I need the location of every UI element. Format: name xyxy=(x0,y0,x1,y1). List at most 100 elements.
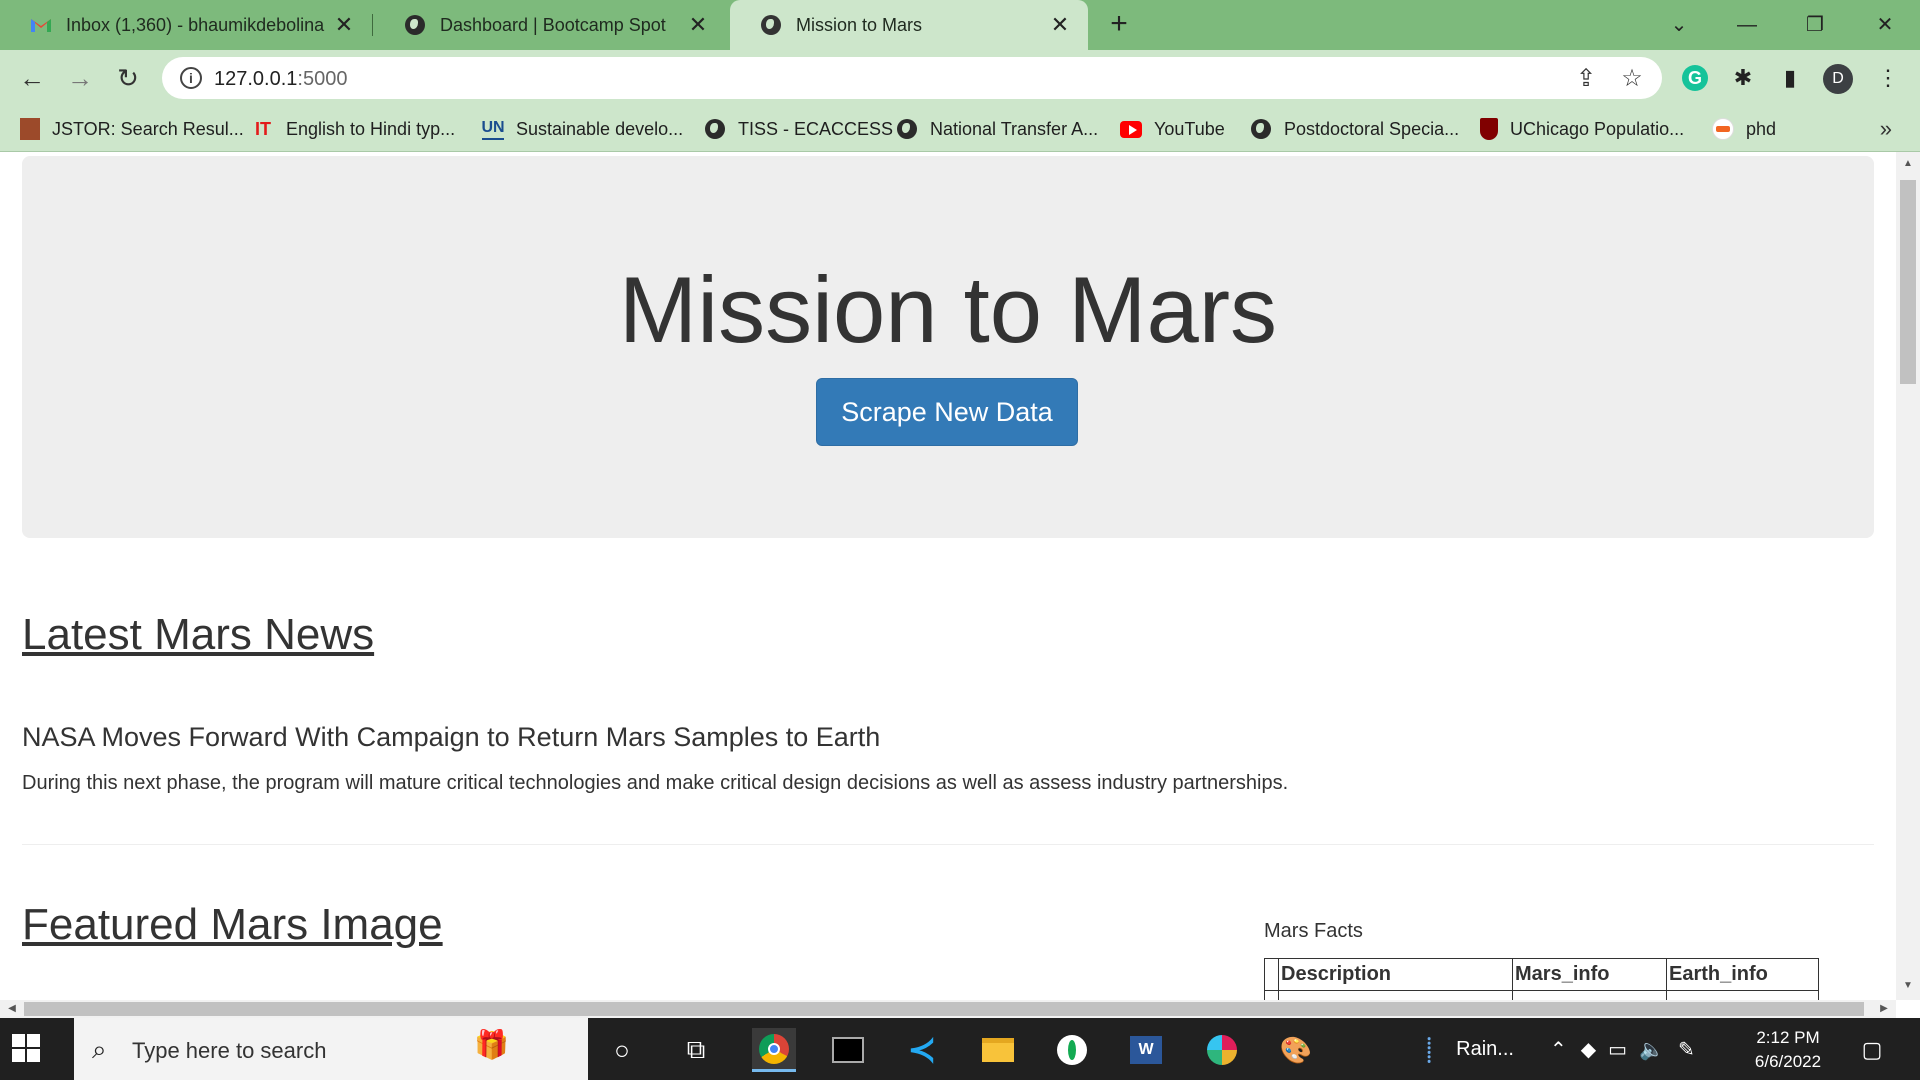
gmail-icon xyxy=(30,14,52,36)
un-icon: UN xyxy=(481,118,505,140)
close-tab-icon[interactable]: ✕ xyxy=(1048,13,1072,37)
search-icon: ⌕ xyxy=(92,1034,107,1064)
table-header-cell: Mars_info xyxy=(1512,958,1667,991)
show-hidden-icons-chevron-icon[interactable]: ⌃ xyxy=(1550,1037,1567,1062)
scroll-down-arrow-icon[interactable]: ▼ xyxy=(1900,978,1916,994)
scroll-up-arrow-icon[interactable]: ▲ xyxy=(1900,156,1916,172)
close-tab-icon[interactable]: ✕ xyxy=(686,13,710,37)
tab-bootcamp[interactable]: Dashboard | Bootcamp Spot ✕ xyxy=(374,0,726,50)
bookmark-star-icon[interactable]: ☆ xyxy=(1618,65,1646,93)
bookmark-sustainable-development[interactable]: UN Sustainable develo... xyxy=(481,115,683,143)
tab-search-chevron-icon[interactable]: ⌄ xyxy=(1664,10,1694,40)
minimize-icon[interactable]: — xyxy=(1732,10,1762,40)
forward-arrow-icon[interactable]: → xyxy=(64,62,96,94)
table-row xyxy=(1264,990,1819,1000)
bookmark-phd[interactable]: phd xyxy=(1712,115,1776,143)
youtube-icon xyxy=(1120,118,1142,140)
latest-news-heading: Latest Mars News xyxy=(22,610,375,659)
word-taskbar-icon[interactable]: W xyxy=(1124,1028,1168,1072)
notifications-icon[interactable]: ▢ xyxy=(1850,1028,1894,1072)
file-explorer-icon[interactable] xyxy=(976,1028,1020,1072)
search-placeholder: Type here to search xyxy=(132,1038,327,1063)
battery-icon[interactable]: ▭ xyxy=(1608,1037,1627,1062)
bookmark-youtube[interactable]: YouTube xyxy=(1120,115,1225,143)
volume-icon[interactable]: 🔈 xyxy=(1639,1037,1664,1062)
tab-strip: Inbox (1,360) - bhaumikdebolina ✕ Dashbo… xyxy=(0,0,1920,50)
more-menu-icon[interactable]: ⋮ xyxy=(1872,62,1904,94)
bookmark-tiss[interactable]: TISS - ECACCESS xyxy=(704,115,893,143)
featured-image-heading: Featured Mars Image xyxy=(22,900,443,949)
globe-icon xyxy=(404,14,426,36)
reload-icon[interactable]: ↻ xyxy=(112,62,144,94)
vertical-scrollbar[interactable]: ▲ ▼ xyxy=(1896,152,1920,1000)
tab-mission-to-mars[interactable]: Mission to Mars ✕ xyxy=(730,0,1088,50)
uchicago-icon xyxy=(1480,118,1498,140)
more-bookmarks-chevron-icon[interactable]: » xyxy=(1880,116,1892,142)
mars-facts-caption: Mars Facts xyxy=(1264,920,1363,942)
scroll-right-arrow-icon[interactable]: ▶ xyxy=(1876,1001,1892,1017)
profile-avatar[interactable]: D xyxy=(1823,64,1853,94)
windows-start-icon[interactable] xyxy=(12,1034,42,1064)
task-view-icon[interactable]: ⧉ xyxy=(674,1028,718,1072)
tab-separator xyxy=(372,14,373,36)
jstor-icon xyxy=(20,118,40,140)
share-icon[interactable]: ⇪ xyxy=(1572,65,1600,93)
bookmark-postdoctoral[interactable]: Postdoctoral Specia... xyxy=(1250,115,1459,143)
it-icon: IT xyxy=(255,118,271,139)
new-tab-button[interactable]: + xyxy=(1104,9,1134,40)
system-tray: ⌃ ◆ ▭ 🔈 ✎ xyxy=(1550,1018,1695,1080)
url-text[interactable]: 127.0.0.1:5000 xyxy=(214,68,347,91)
bookmarks-bar: JSTOR: Search Resul... IT English to Hin… xyxy=(0,106,1920,152)
globe-icon xyxy=(760,14,782,36)
mongodb-compass-icon[interactable] xyxy=(1050,1028,1094,1072)
tab-gmail[interactable]: Inbox (1,360) - bhaumikdebolina ✕ xyxy=(0,0,372,50)
paint-taskbar-icon[interactable]: 🎨 xyxy=(1274,1028,1318,1072)
bookmark-national-transfer[interactable]: National Transfer A... xyxy=(896,115,1098,143)
tab-title: Inbox (1,360) - bhaumikdebolina xyxy=(66,14,325,35)
cortana-icon[interactable]: ○ xyxy=(600,1028,644,1072)
bookmark-uchicago[interactable]: UChicago Populatio... xyxy=(1480,115,1684,143)
back-arrow-icon[interactable]: ← xyxy=(16,62,48,94)
terminal-taskbar-icon[interactable] xyxy=(826,1028,870,1072)
page-viewport: Mission to Mars Scrape New Data Latest M… xyxy=(0,152,1896,1000)
page-title: Mission to Mars xyxy=(618,257,1278,362)
restore-icon[interactable]: ❐ xyxy=(1800,10,1830,40)
scroll-left-arrow-icon[interactable]: ◀ xyxy=(4,1001,20,1017)
grammarly-extension-icon[interactable]: G xyxy=(1682,65,1708,91)
slack-taskbar-icon[interactable] xyxy=(1200,1028,1244,1072)
taskbar-search-box[interactable]: ⌕ Type here to search 🎁 xyxy=(74,1018,588,1080)
taskbar-clock[interactable]: 2:12 PM 6/6/2022 xyxy=(1738,1026,1838,1074)
scrollbar-thumb[interactable] xyxy=(24,1002,1864,1016)
bookmark-english-hindi[interactable]: IT English to Hindi typ... xyxy=(252,115,455,143)
globe-icon xyxy=(896,118,918,140)
side-panel-icon[interactable]: ▮ xyxy=(1774,62,1806,94)
weather-widget[interactable]: ⸽ Rain... xyxy=(1426,1018,1514,1080)
phd-icon xyxy=(1712,118,1734,140)
extensions-puzzle-icon[interactable]: ✱ xyxy=(1727,62,1759,94)
close-window-icon[interactable]: ✕ xyxy=(1870,10,1900,40)
site-info-icon[interactable]: i xyxy=(180,67,202,89)
horizontal-scrollbar[interactable]: ◀ ▶ xyxy=(0,1000,1896,1018)
scrollbar-thumb[interactable] xyxy=(1900,180,1916,384)
pen-icon[interactable]: ✎ xyxy=(1678,1037,1695,1062)
tab-title: Dashboard | Bootcamp Spot xyxy=(440,14,666,35)
close-tab-icon[interactable]: ✕ xyxy=(332,13,356,37)
mars-facts-table: Description Mars_info Earth_info xyxy=(1264,958,1819,1000)
news-title: NASA Moves Forward With Campaign to Retu… xyxy=(22,722,881,752)
jumbotron: Mission to Mars Scrape New Data xyxy=(22,156,1874,538)
bookmark-jstor[interactable]: JSTOR: Search Resul... xyxy=(20,115,244,143)
globe-icon xyxy=(704,118,726,140)
clock-time: 2:12 PM xyxy=(1756,1028,1820,1047)
news-paragraph: During this next phase, the program will… xyxy=(22,772,1289,794)
chrome-taskbar-icon[interactable] xyxy=(752,1028,796,1072)
search-highlight-icon: 🎁 xyxy=(474,1029,509,1060)
browser-toolbar: ← → ↻ i 127.0.0.1:5000 ⇪ ☆ G ✱ ▮ D ⋮ xyxy=(0,50,1920,106)
table-header-cell: Earth_info xyxy=(1666,958,1819,991)
table-header-cell: Description xyxy=(1278,958,1513,991)
scrape-new-data-button[interactable]: Scrape New Data xyxy=(816,378,1078,446)
address-bar[interactable]: i 127.0.0.1:5000 ⇪ ☆ xyxy=(162,57,1662,99)
dropbox-icon[interactable]: ◆ xyxy=(1581,1037,1596,1062)
tab-title: Mission to Mars xyxy=(796,14,923,35)
vscode-taskbar-icon[interactable]: ≺ xyxy=(900,1028,944,1072)
clock-date: 6/6/2022 xyxy=(1754,1052,1822,1071)
